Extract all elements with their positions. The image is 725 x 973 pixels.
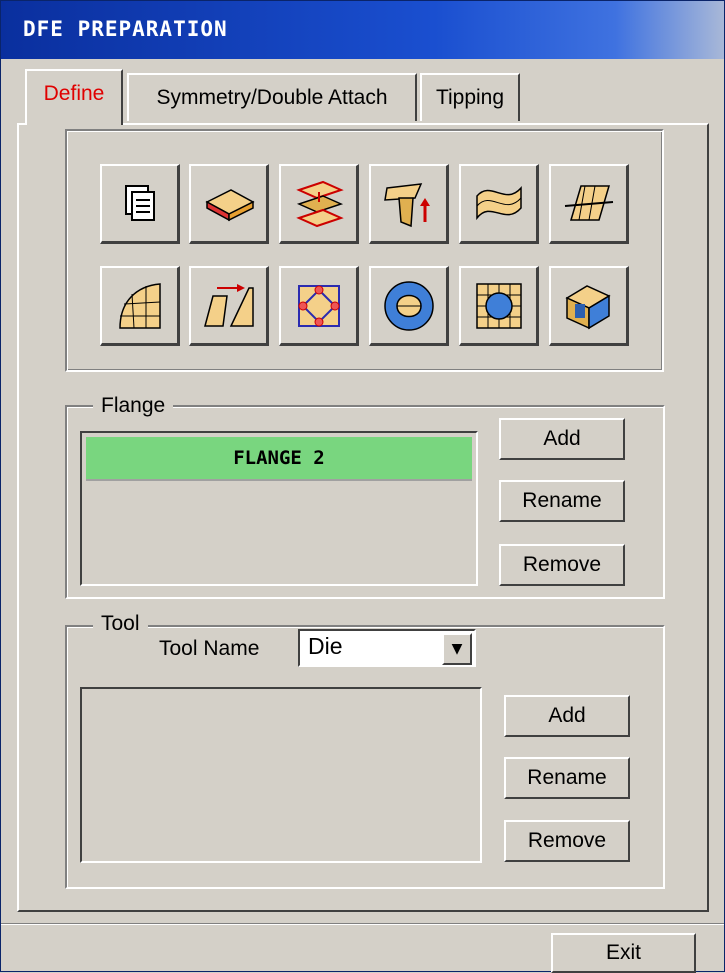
plane-intersect-icon[interactable] xyxy=(549,164,629,244)
tool-rename-button[interactable]: Rename xyxy=(504,757,630,799)
curved-mesh-icon[interactable] xyxy=(100,266,180,346)
tab-symmetry-double-attach[interactable]: Symmetry/Double Attach xyxy=(127,73,417,121)
footer-divider xyxy=(1,923,724,925)
oval-patch-icon[interactable] xyxy=(369,266,449,346)
chevron-down-icon[interactable]: ▼ xyxy=(442,633,472,665)
tool-remove-button[interactable]: Remove xyxy=(504,820,630,862)
flange-remove-button[interactable]: Remove xyxy=(499,544,625,586)
tool-name-label: Tool Name xyxy=(159,637,260,660)
tool-name-value: Die xyxy=(308,633,343,659)
flange-rename-button[interactable]: Rename xyxy=(499,480,625,522)
exit-button[interactable]: Exit xyxy=(551,933,696,973)
title-bar[interactable]: DFE PREPARATION xyxy=(1,1,724,59)
tab-define[interactable]: Define xyxy=(25,69,123,125)
solid-tool-icon[interactable] xyxy=(549,266,629,346)
flange-list[interactable]: FLANGE 2 xyxy=(80,431,478,586)
shape-transform-icon[interactable] xyxy=(189,266,269,346)
boundary-nodes-icon[interactable] xyxy=(279,266,359,346)
tab-tipping[interactable]: Tipping xyxy=(420,73,520,121)
stacked-sheets-icon[interactable] xyxy=(279,164,359,244)
flange-add-button[interactable]: Add xyxy=(499,418,625,460)
flange-list-item-selected[interactable]: FLANGE 2 xyxy=(86,437,472,481)
tool-name-select[interactable]: Die ▼ xyxy=(298,629,476,667)
grid-sphere-icon[interactable] xyxy=(459,266,539,346)
dfe-preparation-window: DFE PREPARATION Define Symmetry/Double A… xyxy=(0,0,725,973)
twisted-surface-icon[interactable] xyxy=(459,164,539,244)
flange-up-icon[interactable] xyxy=(369,164,449,244)
window-title: DFE PREPARATION xyxy=(23,17,228,41)
layered-blank-icon[interactable] xyxy=(189,164,269,244)
copy-pages-icon[interactable] xyxy=(100,164,180,244)
tool-group-label: Tool xyxy=(93,612,148,636)
tool-add-button[interactable]: Add xyxy=(504,695,630,737)
tool-list[interactable] xyxy=(80,687,482,863)
flange-group-label: Flange xyxy=(93,394,174,418)
